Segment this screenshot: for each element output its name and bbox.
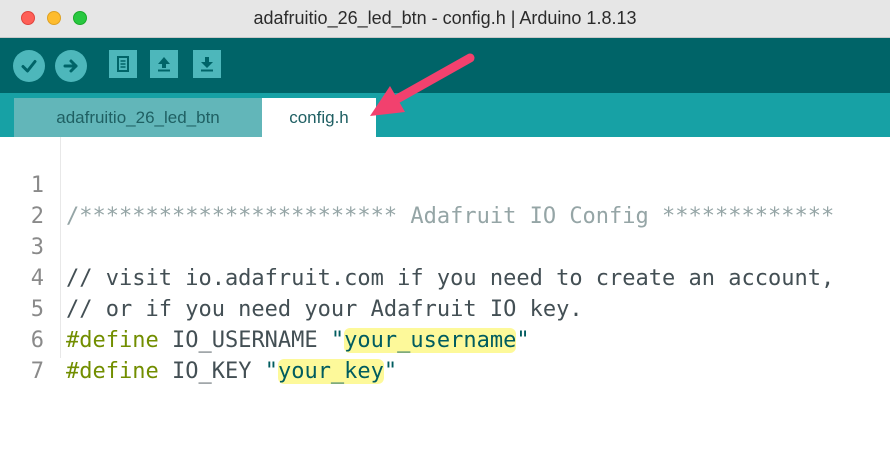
- code-line: 4 // or if you need your Adafruit IO key…: [0, 232, 890, 322]
- check-icon: [21, 60, 37, 73]
- code-line: 5 #define IO_USERNAME "your_username": [0, 263, 890, 353]
- highlighted-value: your_key: [277, 359, 384, 384]
- annotation-arrow-icon: [370, 53, 475, 116]
- upload-button[interactable]: [55, 50, 87, 82]
- code-text: #define IO_KEY "your_key": [66, 356, 397, 387]
- verify-button[interactable]: [13, 50, 45, 82]
- tab-adafruitio-26-led-btn[interactable]: adafruitio_26_led_btn: [14, 98, 262, 137]
- define-keyword: #define: [66, 359, 159, 384]
- save-button[interactable]: [193, 50, 221, 78]
- title-bar: adafruitio_26_led_btn - config.h | Ardui…: [0, 0, 890, 38]
- line-number: 7: [30, 359, 44, 384]
- new-sketch-button[interactable]: [109, 50, 137, 78]
- code-line: 7: [0, 325, 890, 384]
- open-button[interactable]: [150, 50, 178, 78]
- code-line: 1 /************************ Adafruit IO …: [0, 139, 890, 229]
- code-editor[interactable]: 1 /************************ Adafruit IO …: [0, 137, 890, 384]
- arrow-down-icon: [201, 57, 213, 72]
- arrow-right-icon: [63, 59, 78, 73]
- macro-name: IO_KEY: [171, 359, 252, 384]
- code-line: 6 #define IO_KEY "your_key": [0, 294, 890, 384]
- code-line: 2: [0, 170, 890, 229]
- string-literal: "your_key": [264, 359, 398, 384]
- new-file-icon: [117, 56, 129, 72]
- window-title: adafruitio_26_led_btn - config.h | Ardui…: [253, 8, 637, 28]
- tab-config-h[interactable]: config.h: [262, 98, 376, 137]
- arrow-up-icon: [158, 57, 170, 72]
- code-line: 3 // visit io.adafruit.com if you need t…: [0, 201, 890, 291]
